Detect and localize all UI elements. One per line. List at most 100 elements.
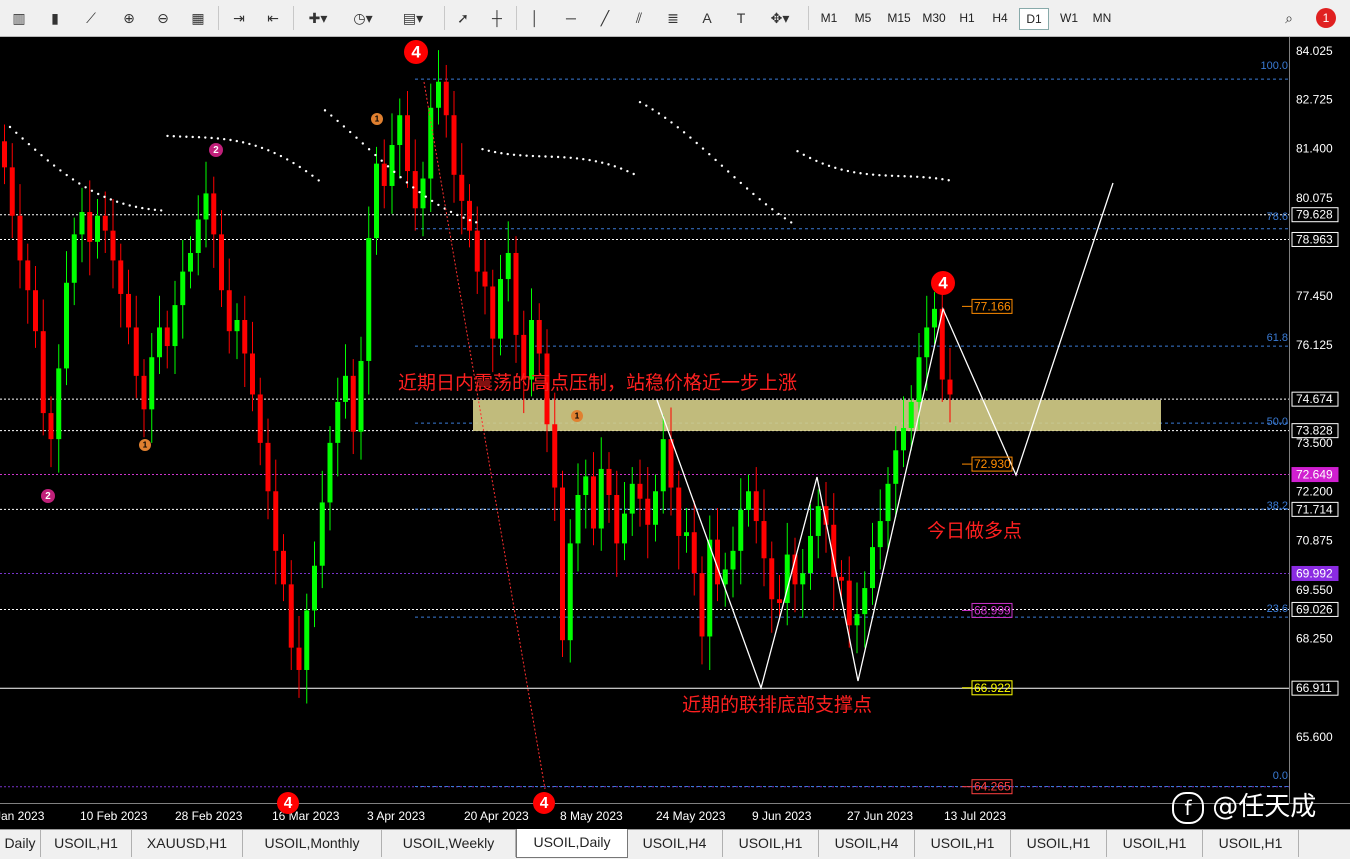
candle-body (614, 494, 620, 544)
candle-body (893, 450, 899, 484)
timeframe-h4[interactable]: H4 (986, 8, 1014, 28)
sar-dot (304, 169, 308, 173)
tab-xauusd-h1[interactable]: XAUUSD,H1 (132, 830, 243, 857)
candle-body (71, 234, 77, 283)
sar-dot (330, 114, 333, 117)
sar-dot (437, 203, 440, 207)
trendline-icon[interactable]: ╱ (592, 6, 618, 30)
sar-dot (367, 148, 371, 151)
timeframe-d1[interactable]: D1 (1019, 8, 1049, 30)
candle-body (552, 424, 558, 488)
sar-dot (720, 164, 724, 167)
sar-dot (682, 131, 686, 134)
timeframe-m5[interactable]: M5 (848, 8, 878, 28)
bar-chart-icon[interactable]: ▥ (6, 6, 32, 30)
fib-level-label: 100.0 (1260, 60, 1288, 72)
horizontal-line-icon[interactable]: ─ (558, 6, 584, 30)
line-chart-icon[interactable]: ⟋ (78, 6, 104, 30)
candle-body (350, 375, 356, 432)
candlestick-icon[interactable]: ▮ (42, 6, 68, 30)
text-icon[interactable]: A (694, 6, 720, 30)
candle-body (312, 565, 317, 611)
zoom-out-icon[interactable]: ⊖ (150, 6, 176, 30)
sar-dot (27, 142, 31, 146)
candle-body (862, 588, 868, 615)
timeframe-h1[interactable]: H1 (953, 8, 981, 28)
candle-body (769, 558, 775, 600)
candle-body (800, 573, 806, 585)
candle-body (343, 375, 348, 402)
price-axis-label: 72.649 (1296, 468, 1333, 482)
tab-usoil-weekly[interactable]: USOIL,Weekly (382, 830, 516, 857)
sar-dot (752, 192, 755, 196)
channel-icon[interactable]: ⫽ (626, 6, 652, 30)
sar-dot (15, 131, 18, 134)
sar-dot (834, 166, 837, 170)
fib-level-label: 61.8 (1267, 332, 1288, 344)
candle-body (17, 215, 23, 261)
sar-dot (563, 156, 566, 159)
tab-daily[interactable]: Daily (0, 830, 41, 857)
tile-windows-icon[interactable]: ▦ (185, 6, 211, 30)
tab-usoil-h1-2[interactable]: USOIL,H1 (723, 830, 819, 857)
sar-dot (796, 150, 799, 153)
tab-usoil-h1[interactable]: USOIL,H1 (41, 830, 132, 857)
candle-body (64, 282, 69, 369)
templates-icon[interactable]: ▤▾ (393, 6, 433, 30)
candle-body (219, 234, 224, 291)
candle-body (505, 252, 511, 280)
crosshair-icon[interactable]: ┼ (484, 6, 510, 30)
wave-label: 4 (284, 795, 293, 812)
notification-icon[interactable]: 1 (1312, 6, 1340, 30)
sar-dot (380, 159, 383, 162)
timeframe-m15[interactable]: M15 (882, 8, 916, 28)
sar-dot (166, 134, 169, 138)
fibonacci-icon[interactable]: ≣ (660, 6, 686, 30)
timeframe-m1[interactable]: M1 (814, 8, 844, 28)
timeframe-mn[interactable]: MN (1088, 8, 1116, 28)
arrows-icon[interactable]: ✥▾ (762, 6, 798, 30)
sar-dot (790, 221, 793, 224)
sar-dot (336, 119, 339, 123)
sar-dot (538, 155, 541, 158)
tab-usoil-h4[interactable]: USOIL,H4 (627, 830, 723, 857)
sar-dot (481, 147, 484, 151)
timeframe-m30[interactable]: M30 (917, 8, 951, 28)
sar-dot (279, 154, 283, 158)
candle-body (48, 413, 54, 440)
candle-body (381, 163, 387, 186)
zoom-in-icon[interactable]: ⊕ (116, 6, 142, 30)
price-axis-label: 82.725 (1296, 92, 1333, 106)
text-label-icon[interactable]: T (728, 6, 754, 30)
autoscroll-icon[interactable]: ⇥ (226, 6, 252, 30)
search-icon[interactable]: ⌕ (1276, 6, 1302, 30)
tab-usoil-h1-6[interactable]: USOIL,H1 (1203, 830, 1299, 857)
price-axis-label: 69.550 (1296, 583, 1333, 597)
candle-body (172, 305, 178, 347)
price-axis-label: 68.250 (1296, 631, 1333, 645)
sar-dot (758, 198, 761, 201)
wave-label: 4 (938, 273, 948, 292)
candle-body (490, 286, 496, 339)
sar-dot (430, 199, 434, 203)
indicators-icon[interactable]: ✚▾ (300, 6, 336, 30)
wave-label: 1 (375, 114, 380, 124)
sar-dot (619, 167, 623, 170)
tab-usoil-h1-5[interactable]: USOIL,H1 (1107, 830, 1203, 857)
tab-usoil-h1-4[interactable]: USOIL,H1 (1011, 830, 1107, 857)
candle-body (575, 494, 581, 544)
sar-dot (840, 168, 843, 171)
sar-dot (355, 136, 358, 139)
tab-usoil-h4-2[interactable]: USOIL,H4 (819, 830, 915, 857)
tab-usoil-h1-3[interactable]: USOIL,H1 (915, 830, 1011, 857)
vertical-line-icon[interactable]: │ (522, 6, 548, 30)
tab-usoil-daily[interactable]: USOIL,Daily (516, 829, 628, 858)
cursor-icon[interactable]: ➚ (450, 6, 476, 30)
periods-icon[interactable]: ◷▾ (345, 6, 381, 30)
candle-body (141, 375, 147, 410)
candle-body (908, 401, 914, 428)
tab-usoil-monthly[interactable]: USOIL,Monthly (243, 830, 382, 857)
price-chart[interactable]: 100.0 78.6 61.8 50.0 38.2 23.6 0.0 84.025 82.72… (0, 37, 1350, 829)
timeframe-w1[interactable]: W1 (1055, 8, 1083, 28)
chart-shift-icon[interactable]: ⇤ (260, 6, 286, 30)
